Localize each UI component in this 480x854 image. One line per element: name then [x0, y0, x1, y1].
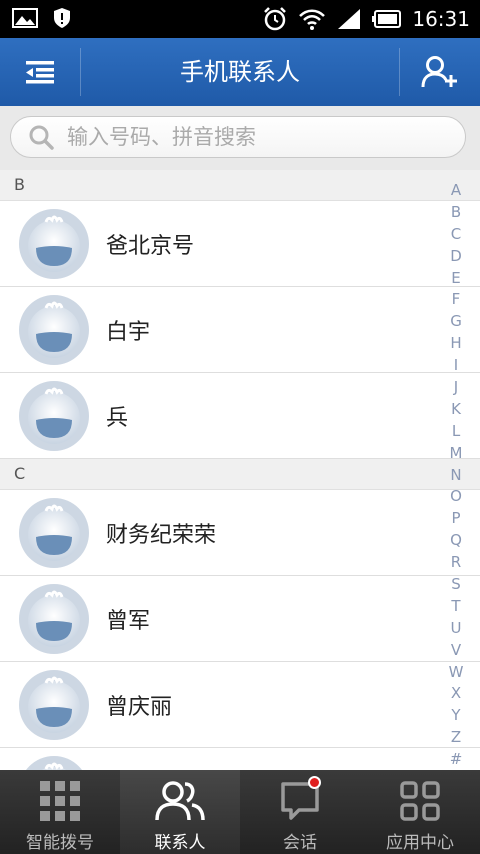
index-letter[interactable]: V — [451, 640, 461, 662]
index-letter[interactable]: D — [450, 246, 462, 268]
tab-app-center[interactable]: 应用中心 — [360, 770, 480, 854]
contact-list[interactable]: B 爸北京号白宇兵 C 财务纪荣荣曾军曾庆丽 — [0, 170, 480, 770]
index-letter[interactable]: E — [451, 268, 460, 290]
index-letter[interactable]: O — [450, 486, 462, 508]
bottom-tab-bar: 智能拨号 联系人 会话 应用中心 — [0, 770, 480, 854]
index-letter[interactable]: J — [454, 377, 458, 399]
contact-row[interactable]: 爸北京号 — [0, 201, 480, 287]
index-letter[interactable]: N — [450, 465, 461, 487]
index-letter[interactable]: R — [451, 552, 461, 574]
battery-icon — [372, 10, 402, 28]
tab-messages[interactable]: 会话 — [240, 770, 360, 854]
index-letter[interactable]: Q — [450, 530, 462, 552]
index-letter[interactable]: M — [450, 443, 463, 465]
dialpad-icon — [40, 781, 80, 821]
section-header: B — [0, 170, 480, 201]
alphabet-index[interactable]: A B C D E F G H I J K L M N O P Q R S T U V W X Y Z # — [448, 180, 464, 771]
contact-row[interactable]: 兵 — [0, 373, 480, 459]
index-letter[interactable]: A — [451, 180, 461, 202]
avatar — [18, 755, 90, 770]
index-letter[interactable]: Z — [451, 727, 461, 749]
image-notification-icon — [12, 8, 38, 28]
index-letter[interactable]: S — [451, 574, 461, 596]
avatar — [18, 497, 90, 569]
avatar — [18, 669, 90, 741]
contact-name: 曾庆丽 — [106, 694, 173, 720]
tab-label: 会话 — [283, 833, 317, 853]
contact-row[interactable]: 财务纪荣荣 — [0, 490, 480, 576]
contact-name: 曾军 — [106, 608, 151, 634]
index-letter[interactable]: X — [451, 683, 461, 705]
index-letter[interactable]: K — [451, 399, 461, 421]
contact-row[interactable]: 白宇 — [0, 287, 480, 373]
tab-label: 联系人 — [154, 833, 206, 853]
contact-row[interactable]: 曾庆丽 — [0, 662, 480, 748]
contact-name: 白宇 — [106, 319, 151, 345]
index-letter[interactable]: G — [450, 311, 462, 333]
add-contact-button[interactable] — [400, 38, 480, 106]
apps-grid-icon — [400, 781, 440, 821]
index-letter[interactable]: W — [449, 662, 464, 684]
signal-icon — [338, 9, 361, 29]
wifi-icon — [299, 9, 326, 30]
index-letter[interactable]: F — [452, 289, 461, 311]
index-letter[interactable]: B — [451, 202, 461, 224]
app-bar: 手机联系人 — [0, 38, 480, 106]
search-box[interactable] — [10, 116, 466, 158]
search-input[interactable] — [65, 124, 449, 150]
index-letter[interactable]: L — [452, 421, 460, 443]
tab-contacts[interactable]: 联系人 — [120, 770, 240, 854]
index-letter[interactable]: T — [451, 596, 460, 618]
index-letter[interactable]: H — [450, 333, 461, 355]
index-letter[interactable]: # — [450, 749, 463, 771]
index-letter[interactable]: Y — [451, 705, 460, 727]
clock-time: 16:31 — [412, 7, 470, 31]
add-person-icon — [421, 56, 457, 88]
avatar — [18, 380, 90, 452]
avatar — [18, 294, 90, 366]
tab-label: 应用中心 — [386, 833, 454, 853]
contact-row[interactable]: 曾军 — [0, 576, 480, 662]
search-icon — [29, 125, 54, 150]
avatar — [18, 208, 90, 280]
search-bar — [0, 106, 480, 170]
index-letter[interactable]: U — [451, 618, 462, 640]
index-letter[interactable]: P — [451, 508, 460, 530]
contact-name: 兵 — [106, 405, 129, 431]
shield-icon — [54, 8, 70, 28]
avatar — [18, 583, 90, 655]
status-bar: 16:31 — [0, 0, 480, 38]
tab-label: 智能拨号 — [26, 833, 94, 853]
contacts-icon — [155, 781, 205, 821]
contact-row[interactable] — [0, 748, 480, 770]
unread-badge — [308, 776, 321, 789]
tab-dialer[interactable]: 智能拨号 — [0, 770, 120, 854]
section-header: C — [0, 459, 480, 490]
alarm-icon — [264, 7, 287, 31]
contact-name: 爸北京号 — [106, 233, 195, 259]
contact-name: 财务纪荣荣 — [106, 522, 217, 548]
index-letter[interactable]: C — [451, 224, 461, 246]
index-letter[interactable]: I — [454, 355, 458, 377]
